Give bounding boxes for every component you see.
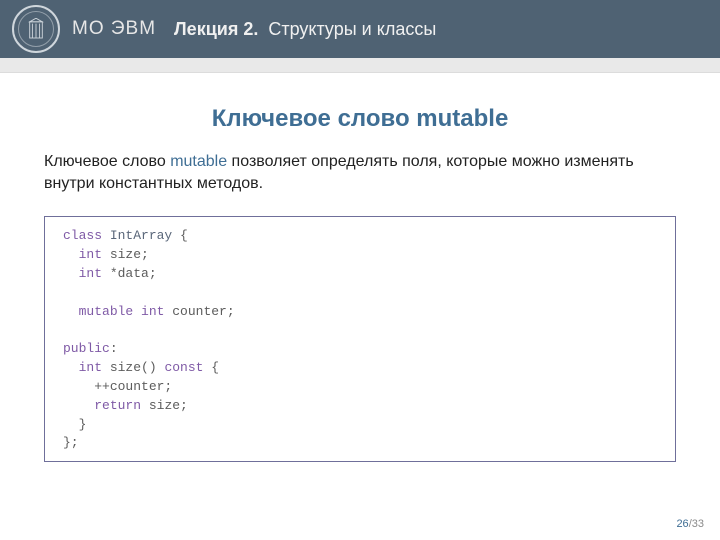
body-paragraph: Ключевое слово mutable позволяет определ… <box>0 151 720 194</box>
brand-text: МО ЭВМ <box>72 18 156 40</box>
code-fn-close: } <box>79 417 87 432</box>
code-mutable-kw: mutable <box>79 304 134 319</box>
code-field1-name: size; <box>110 247 149 262</box>
code-mutable-type: int <box>141 304 164 319</box>
code-fn-type: int <box>79 360 102 375</box>
code-class-kw: class <box>63 228 102 243</box>
code-inc: ++counter; <box>94 379 172 394</box>
code-open-brace: { <box>172 228 188 243</box>
page-total: 33 <box>692 518 704 530</box>
code-return-kw: return <box>94 398 141 413</box>
code-fn-open: { <box>203 360 219 375</box>
code-const-kw: const <box>164 360 203 375</box>
code-fn-name: size() <box>110 360 157 375</box>
page-current: 26 <box>676 518 688 530</box>
code-class-name: IntArray <box>110 228 172 243</box>
lecture-prefix: Лекция 2. <box>174 19 258 39</box>
code-field1-type: int <box>79 247 102 262</box>
code-public-colon: : <box>110 341 118 356</box>
header-underbar <box>0 58 720 73</box>
code-return-val: size; <box>149 398 188 413</box>
slide: МО ЭВМ Лекция 2. Структуры и классы Ключ… <box>0 0 720 540</box>
building-icon <box>27 18 45 40</box>
code-field2-name: *data; <box>110 266 157 281</box>
header-bar: МО ЭВМ Лекция 2. Структуры и классы <box>0 0 720 58</box>
para-pre: Ключевое слово <box>44 153 170 170</box>
lecture-title: Структуры и классы <box>268 19 436 39</box>
code-public-kw: public <box>63 341 110 356</box>
lecture-label: Лекция 2. Структуры и классы <box>174 19 436 40</box>
logo-seal <box>12 5 60 53</box>
code-block: class IntArray { int size; int *data; mu… <box>44 216 676 462</box>
para-keyword: mutable <box>170 153 227 170</box>
code-field2-type: int <box>79 266 102 281</box>
code-class-close: }; <box>63 435 79 450</box>
page-title: Ключевое слово mutable <box>0 105 720 133</box>
page-number: 26/33 <box>676 518 704 530</box>
code-mutable-name: counter; <box>172 304 234 319</box>
